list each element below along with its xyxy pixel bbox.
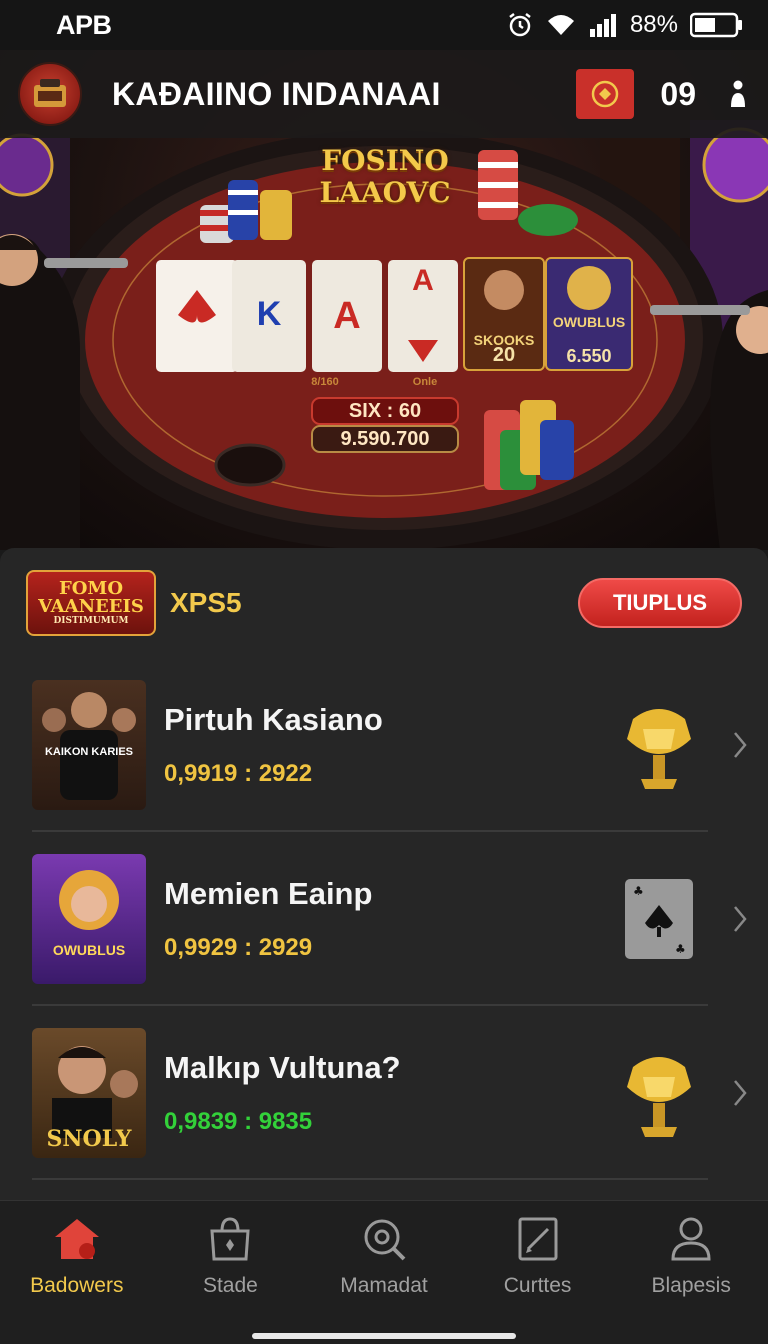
svg-text:♣: ♣ [675, 942, 686, 956]
game-thumbnail: SNOLY [32, 1028, 146, 1158]
svg-text:K: K [257, 295, 282, 333]
spade-card-icon: ♣ ♣ [604, 864, 714, 974]
thumb-caption: SNOLY [46, 1126, 132, 1152]
game-row[interactable]: KAIKON KARIES Pirtuh Kasiano 0,9919 : 29… [0, 658, 768, 832]
bet-line: SIX : 60 [348, 400, 422, 422]
status-bar: APB 88% [0, 0, 768, 50]
bag-icon [206, 1215, 254, 1268]
app-header: KAƉAIINO INDANAAI 09 [0, 50, 768, 138]
wifi-icon [546, 13, 576, 37]
gold-trophy-icon [604, 1038, 714, 1148]
app-title: KAƉAIINO INDANAAI [112, 75, 441, 112]
section-title: XPS5 [170, 587, 242, 618]
header-count: 09 [660, 75, 696, 112]
hero-card-value: 6.550 [566, 346, 612, 366]
nav-label: Blapesis [651, 1273, 731, 1297]
thumb-caption: KAIKON KARIES [44, 746, 133, 758]
thumb-caption: OWUBLUS [52, 942, 126, 958]
game-title: Pirtuh Kasiano [164, 702, 383, 737]
svg-text:A: A [333, 295, 360, 337]
divider [32, 1178, 708, 1180]
chevron-right-icon[interactable] [728, 905, 752, 933]
games-panel: FOMO VAANEEIS DISTIMUMUM XPS5 TIUPLUS KA… [0, 548, 768, 1200]
casino-logo-icon[interactable] [18, 62, 82, 126]
bottom-navigation: Badowers Stade Mamadat Curttes Blapesis [0, 1200, 768, 1344]
carrier-name: APB [56, 9, 112, 40]
nav-item-badowers[interactable]: Badowers [0, 1201, 154, 1311]
hero-card-name: OWUBLUS [552, 314, 626, 330]
nav-item-curttes[interactable]: Curttes [461, 1201, 615, 1311]
alarm-icon [506, 11, 534, 39]
svg-text:♣: ♣ [633, 884, 644, 898]
game-thumbnail: OWUBLUS [32, 854, 146, 984]
nav-item-mamadat[interactable]: Mamadat [307, 1201, 461, 1311]
home-indicator[interactable] [252, 1333, 516, 1339]
nav-item-blapesis[interactable]: Blapesis [614, 1201, 768, 1311]
game-title: Malkıp Vultuna? [164, 1050, 401, 1085]
profile-icon [667, 1215, 715, 1268]
game-row[interactable]: SNOLY Malkıp Vultuna? 0,9839 : 9835 [0, 1006, 768, 1180]
hero-brand-logo: FOSINO LAAOVC [319, 144, 451, 209]
table-mark: Onle [412, 376, 438, 388]
game-stats: 0,9929 : 2929 [164, 934, 313, 961]
nav-label: Badowers [30, 1273, 124, 1297]
edit-icon [514, 1215, 562, 1268]
nav-label: Stade [202, 1273, 258, 1297]
chevron-right-icon[interactable] [728, 1079, 752, 1107]
hero-card-value: 20 [492, 344, 516, 366]
user-icon[interactable] [726, 79, 750, 109]
section-logo-line: DISTIMUMUM [53, 616, 129, 626]
battery-percent: 88% [629, 11, 678, 38]
section-logo: FOMO VAANEEIS DISTIMUMUM [26, 570, 156, 636]
promo-badge-icon[interactable] [576, 69, 635, 119]
signal-icon [588, 13, 618, 37]
home-icon [51, 1215, 103, 1268]
game-stats: 0,9839 : 9835 [164, 1108, 313, 1135]
nav-label: Curttes [503, 1273, 572, 1297]
game-row[interactable]: OWUBLUS Memien Eainp 0,9929 : 2929 ♣ ♣ [0, 832, 768, 1006]
section-header: FOMO VAANEEIS DISTIMUMUM XPS5 TIUPLUS [0, 548, 768, 658]
search-icon [360, 1215, 408, 1268]
game-row-partial[interactable] [0, 1180, 768, 1200]
game-title: Memien Eainp [164, 876, 373, 911]
status-icons: 88% [506, 11, 744, 39]
pot-line: 9.590.700 [340, 428, 430, 450]
chevron-right-icon[interactable] [728, 731, 752, 759]
nav-item-stade[interactable]: Stade [154, 1201, 308, 1311]
tiuplus-button[interactable]: TIUPLUS [578, 578, 742, 628]
section-logo-line: VAANEEIS [38, 596, 144, 617]
svg-text:A: A [412, 264, 434, 297]
game-thumbnail: KAIKON KARIES [32, 680, 146, 810]
game-stats: 0,9919 : 2922 [164, 760, 313, 787]
table-mark: 8/160 [311, 376, 339, 388]
battery-icon [690, 12, 744, 38]
nav-label: Mamadat [340, 1273, 428, 1297]
gold-trophy-icon [604, 690, 714, 800]
